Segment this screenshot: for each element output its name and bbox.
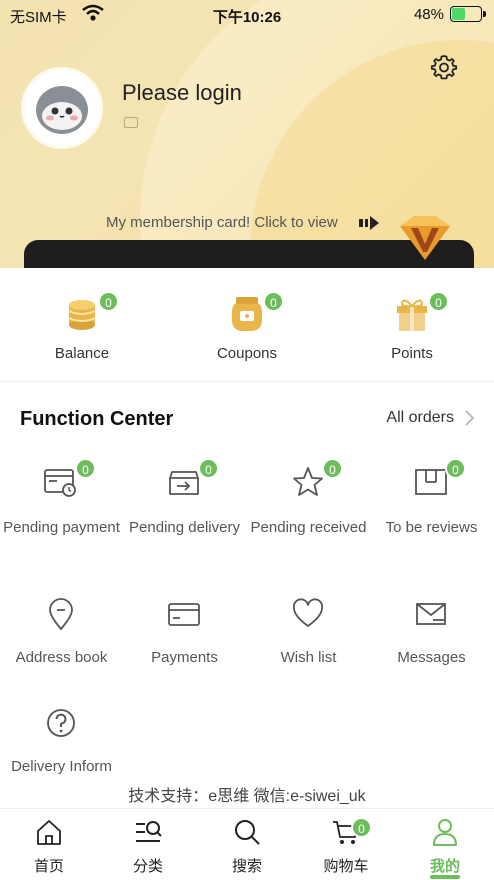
function-label: Delivery Inform	[11, 758, 112, 775]
function-center-title: Function Center	[20, 408, 174, 430]
cart-count-badge: 0	[351, 817, 372, 838]
double-arrow-right-icon[interactable]	[358, 214, 380, 232]
search-icon	[235, 820, 260, 845]
function-label: Pending delivery	[129, 519, 240, 536]
login-prompt[interactable]: Please login	[122, 80, 242, 106]
member-card-icon	[124, 117, 138, 128]
envelope-icon	[416, 603, 446, 625]
tab-label: 我的	[429, 858, 460, 875]
section-divider	[0, 381, 494, 382]
profile-header: 无SIM卡 下午10:26 48% Please login My member…	[0, 0, 494, 268]
credit-card-icon	[168, 603, 200, 626]
tab-label: 分类	[132, 858, 163, 875]
count-badge: 0	[445, 458, 466, 479]
gear-icon[interactable]	[430, 53, 458, 81]
tab-category[interactable]: 分类	[99, 809, 197, 880]
tab-home[interactable]: 首页	[0, 809, 98, 880]
tab-search[interactable]: 搜索	[198, 809, 296, 880]
tab-label: 搜索	[231, 858, 262, 875]
all-orders-link[interactable]: All orders	[386, 409, 454, 427]
tab-label: 首页	[33, 858, 64, 875]
avatar-mascot-icon	[36, 86, 88, 134]
coupon-jar-icon	[232, 297, 262, 331]
question-circle-icon	[47, 709, 75, 737]
gift-box-icon	[397, 299, 427, 331]
count-badge: 0	[75, 458, 96, 479]
package-icon	[415, 469, 447, 495]
battery-icon	[450, 6, 486, 22]
count-badge: 0	[198, 458, 219, 479]
star-icon	[293, 467, 323, 496]
stat-balance[interactable]: 0 Balance	[0, 283, 164, 381]
tab-cart[interactable]: 0 购物车	[297, 809, 395, 880]
heart-icon	[292, 598, 324, 627]
function-label: Address book	[15, 649, 108, 666]
function-label: Pending payment	[3, 519, 120, 536]
coins-stack-icon	[68, 300, 96, 330]
stat-points[interactable]: 0 Points	[330, 283, 494, 381]
battery-percent: 48%	[413, 6, 444, 23]
function-label: To be reviews	[385, 519, 478, 536]
stat-label: Balance	[54, 345, 110, 362]
stat-coupons[interactable]: 0 Coupons	[165, 283, 329, 381]
location-pin-icon	[49, 598, 73, 631]
tab-bar: 首页 分类 搜索 0 购物车 我的	[0, 808, 494, 880]
avatar[interactable]	[24, 70, 100, 146]
chevron-right-icon[interactable]	[462, 409, 476, 427]
count-badge: 0	[98, 291, 119, 312]
tab-label: 购物车	[323, 858, 369, 875]
count-badge: 0	[428, 291, 449, 312]
vip-crown-icon	[400, 216, 450, 260]
stat-label: Coupons	[216, 345, 278, 362]
function-label: Pending received	[250, 519, 367, 536]
count-badge: 0	[263, 291, 284, 312]
home-icon	[37, 820, 61, 845]
function-label: Payments	[151, 649, 218, 666]
technical-support-text: 技术支持：e思维 微信:e-siwei_uk	[0, 780, 494, 808]
status-bar: 无SIM卡 下午10:26 48%	[0, 0, 494, 28]
stat-label: Points	[391, 345, 433, 362]
account-stats: 0 Balance 0 Coupons 0 Points	[0, 283, 494, 381]
user-icon	[433, 819, 457, 846]
count-badge: 0	[322, 458, 343, 479]
card-clock-icon	[44, 469, 76, 497]
active-tab-indicator	[430, 875, 460, 879]
function-label: Wish list	[280, 649, 337, 666]
category-search-icon	[136, 821, 162, 842]
function-label: Messages	[397, 649, 466, 666]
tab-mine[interactable]: 我的	[396, 809, 494, 880]
membership-link[interactable]: My membership card! Click to view	[106, 214, 338, 231]
box-arrow-icon	[169, 471, 199, 495]
